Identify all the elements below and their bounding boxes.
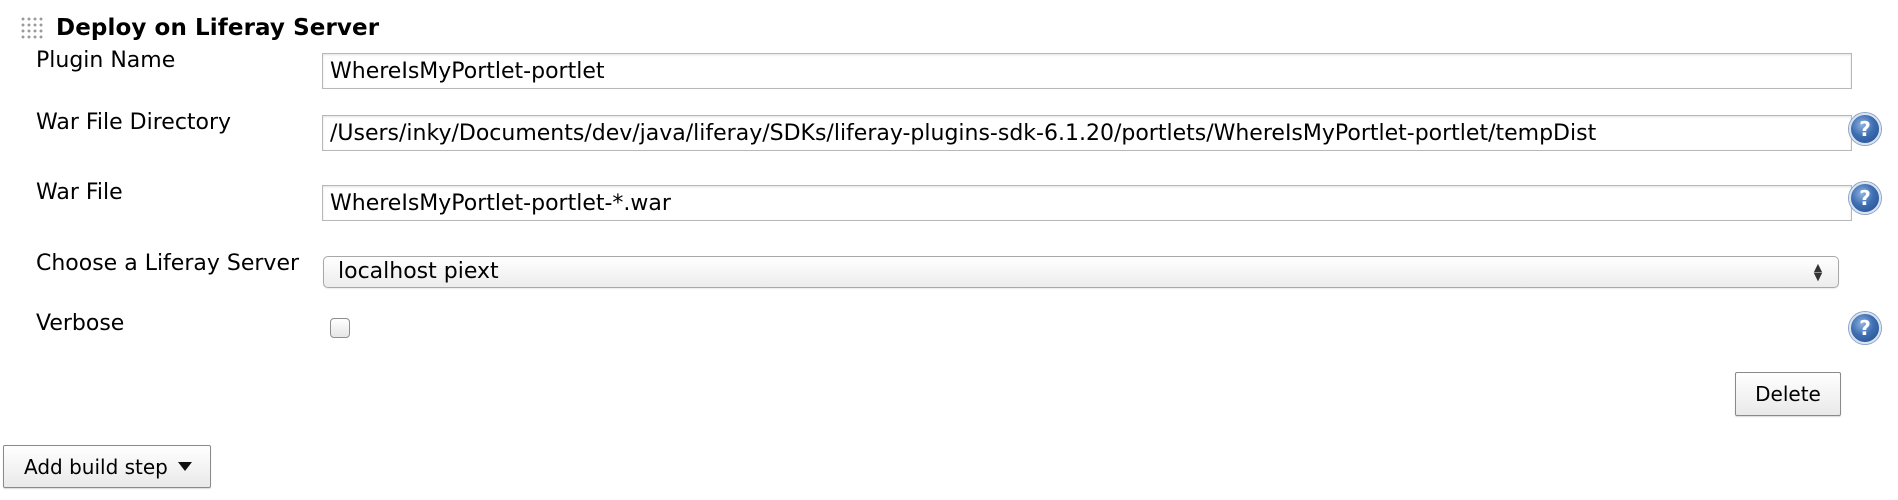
liferay-server-selected-value: localhost piext [338,259,499,284]
plugin-name-label: Plugin Name [36,48,176,73]
delete-button[interactable]: Delete [1735,372,1841,416]
liferay-server-select[interactable]: localhost piext ▲ ▼ [323,256,1839,288]
verbose-checkbox[interactable] [330,318,350,338]
help-icon[interactable]: ? [1849,113,1881,145]
war-file-label: War File [36,180,123,205]
war-file-input[interactable] [322,185,1852,221]
drag-handle-icon[interactable] [20,16,44,40]
verbose-label: Verbose [36,311,125,336]
war-file-directory-input[interactable] [322,115,1852,151]
liferay-server-label: Choose a Liferay Server [36,251,300,276]
add-build-step-button[interactable]: Add build step [3,445,211,488]
caret-down-icon [177,462,192,471]
help-icon[interactable]: ? [1849,182,1881,214]
section-header: Deploy on Liferay Server [20,12,379,44]
section-title: Deploy on Liferay Server [56,15,380,41]
add-build-step-label: Add build step [24,454,168,479]
chevron-updown-icon: ▲ ▼ [1813,261,1823,283]
help-icon[interactable]: ? [1849,312,1881,344]
war-file-directory-label: War File Directory [36,110,232,135]
plugin-name-input[interactable] [322,53,1852,89]
delete-button-label: Delete [1755,382,1821,406]
